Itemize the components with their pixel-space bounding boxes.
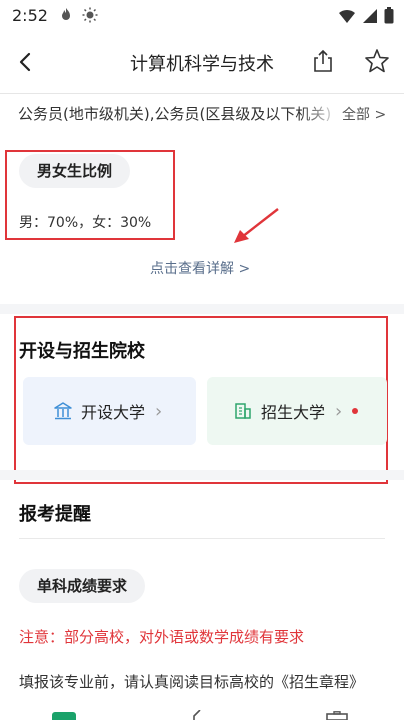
header-divider bbox=[0, 93, 404, 94]
reminder-divider bbox=[19, 538, 385, 539]
status-notification-icons bbox=[58, 7, 98, 23]
enroll-university-card[interactable]: 招生大学 › bbox=[207, 377, 387, 445]
reminder-section-title: 报考提醒 bbox=[19, 504, 91, 525]
flame-icon bbox=[62, 8, 70, 20]
tab-icon-profile[interactable] bbox=[326, 711, 348, 720]
section-separator bbox=[0, 470, 404, 480]
section-separator bbox=[0, 304, 404, 314]
status-system-icons bbox=[338, 7, 394, 24]
favorite-star-icon[interactable] bbox=[364, 48, 390, 74]
battery-icon bbox=[384, 7, 394, 24]
signal-icon bbox=[363, 8, 377, 23]
open-university-label: 开设大学 bbox=[81, 403, 146, 422]
gender-ratio-value: 男：70%，女：30% bbox=[19, 215, 152, 231]
institution-icon bbox=[54, 402, 72, 420]
tab-icon-home[interactable] bbox=[52, 712, 76, 720]
sun-icon bbox=[82, 7, 98, 23]
tab-icon-volume[interactable] bbox=[190, 710, 204, 720]
detail-link[interactable]: 点击查看详解 > bbox=[150, 258, 250, 278]
chevron-right-icon: › bbox=[335, 400, 343, 422]
chevron-right-icon: › bbox=[155, 400, 163, 422]
page-title: 计算机科学与技术 bbox=[130, 54, 274, 75]
red-pointer-arrow-icon bbox=[234, 208, 279, 243]
notice-text: 注意：部分高校，对外语或数学成绩有要求 bbox=[19, 628, 305, 646]
gender-ratio-pill: 男女生比例 bbox=[19, 154, 131, 188]
schools-section-title: 开设与招生院校 bbox=[19, 341, 145, 362]
status-time: 2:52 bbox=[12, 6, 48, 25]
app-header: 计算机科学与技术 bbox=[0, 32, 404, 90]
score-requirement-pill: 单科成绩要求 bbox=[19, 569, 146, 603]
status-bar: 2:52 bbox=[0, 0, 404, 32]
open-university-card[interactable]: 开设大学 › bbox=[23, 377, 196, 445]
career-all-link[interactable]: 全部 > bbox=[342, 104, 386, 124]
share-icon[interactable] bbox=[310, 48, 336, 74]
fill-guide-text: 填报该专业前，请认真阅读目标高校的《招生章程》 bbox=[19, 673, 365, 691]
career-list: 公务员(地市级机关),公务员(区县级及以下机关) bbox=[18, 105, 332, 123]
career-fade bbox=[300, 100, 340, 126]
building-icon bbox=[235, 403, 251, 419]
wifi-icon bbox=[339, 9, 355, 23]
notification-dot bbox=[352, 408, 359, 414]
enroll-university-label: 招生大学 bbox=[261, 403, 326, 422]
